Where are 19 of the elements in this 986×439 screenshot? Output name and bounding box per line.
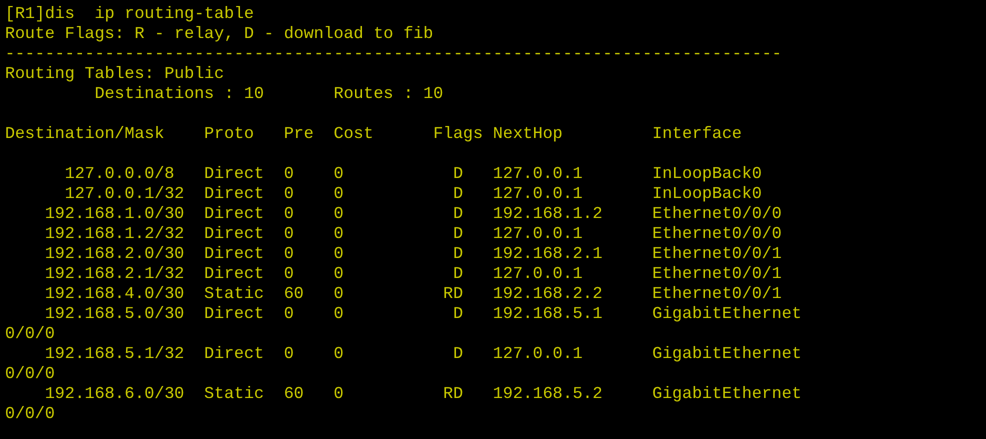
terminal-line: Routing Tables: Public (5, 64, 224, 84)
terminal-line: 192.168.2.0/30 Direct 0 0 D 192.168.2.1 Ethernet0/0/1 (44, 244, 782, 264)
terminal-line: ------------------------------------------------------------------------------ (5, 44, 782, 64)
terminal-line: 192.168.1.0/30 Direct 0 0 D 192.168.1.2 Ethernet0/0/0 (44, 204, 782, 224)
terminal-line: 127.0.0.0/8 Direct 0 0 D 127.0.0.1 InLoopBack0 (64, 164, 762, 184)
terminal-line: [R1]dis ip routing-table (5, 4, 254, 24)
terminal-line: 192.168.1.2/32 Direct 0 0 D 127.0.0.1 Ethernet0/0/0 (44, 224, 782, 244)
terminal-line: 192.168.5.0/30 Direct 0 0 D 192.168.5.1 GigabitEthernet (44, 304, 802, 324)
terminal-line: 192.168.5.1/32 Direct 0 0 D 127.0.0.1 GigabitEthernet (44, 344, 802, 364)
terminal-line: 0/0/0 (5, 404, 55, 424)
terminal-line: 192.168.2.1/32 Direct 0 0 D 127.0.0.1 Ethernet0/0/1 (44, 264, 782, 284)
terminal-line: 192.168.6.0/30 Static 60 0 RD 192.168.5.2 GigabitEthernet (44, 384, 802, 404)
terminal-line: Destinations : 10 Routes : 10 (94, 84, 444, 104)
terminal-line: Destination/Mask Proto Pre Cost Flags NextHop Interface (5, 124, 742, 144)
terminal-line: 192.168.4.0/30 Static 60 0 RD 192.168.2.2 Ethernet0/0/1 (44, 284, 782, 304)
terminal-line: 0/0/0 (5, 364, 55, 384)
terminal-line: 0/0/0 (5, 324, 55, 344)
terminal-line: Route Flags: R - relay, D - download to fib (5, 24, 434, 44)
terminal-line: 127.0.0.1/32 Direct 0 0 D 127.0.0.1 InLoopBack0 (64, 184, 762, 204)
